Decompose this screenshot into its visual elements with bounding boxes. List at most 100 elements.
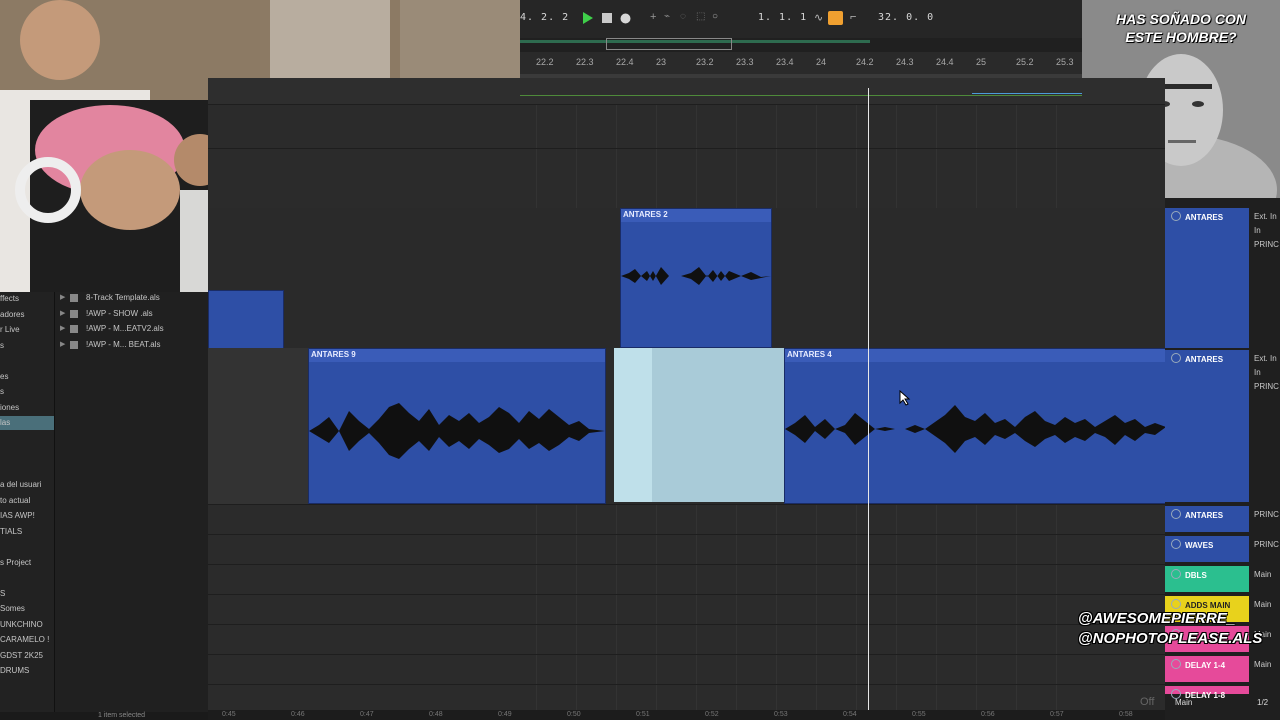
track-lane-antares-a[interactable]: ANTARES 2 [208,208,1165,350]
clip-antares-9[interactable]: ANTARES 9 [308,348,606,504]
punch-out-icon[interactable]: ⌐ [850,11,856,23]
track-lane-empty-2[interactable] [208,148,1165,209]
fold-toggle-icon[interactable] [1171,211,1181,221]
browser-place-item[interactable]: S [0,589,5,598]
mixer-track-header[interactable]: ANTARES [1165,350,1249,502]
browser-place-item[interactable]: s [0,341,4,350]
automation-lane[interactable] [208,78,1165,105]
master-channel-count: 1/2 [1257,698,1269,707]
ruler-tick: 25 [976,57,987,67]
browser-status-bar: 1 item selected [0,712,208,720]
browser-place-item[interactable]: r Live [0,325,20,334]
track-lane-7[interactable] [208,624,1165,655]
mouse-cursor-icon [899,390,911,406]
track-io-io3[interactable]: PRINC [1254,382,1279,391]
metronome-icon[interactable]: ○ [712,11,718,22]
time-ruler[interactable]: 0:45 0:46 0:47 0:48 0:49 0:50 0:51 0:52 0:53 0:54… [208,710,1165,720]
track-lane-5[interactable] [208,564,1165,595]
mixer-track-header[interactable]: DELAY 1-8 [1165,686,1249,700]
browser-place-item[interactable]: Somes [0,604,25,613]
track-name: WAVES [1185,541,1214,550]
fold-toggle-icon[interactable] [1171,599,1181,609]
mixer-track-header[interactable]: DBLS [1165,566,1249,592]
arrangement-overview[interactable] [520,38,1082,53]
browser-place-item[interactable]: GDST 2K25 [0,651,43,660]
song-position-display[interactable]: 1. 1. 1 [758,12,807,23]
browser-place-item[interactable]: es [0,372,8,381]
clip-antares-2[interactable]: ANTARES 2 [620,208,772,348]
time-selection[interactable] [614,348,784,502]
time-label: 0:54 [843,711,857,718]
track-lane-6[interactable] [208,594,1165,625]
browser-place-item[interactable]: iones [0,403,19,412]
capture-icon[interactable]: ◌ [680,11,686,22]
clip-antares-4[interactable]: ANTARES 4 [784,348,1167,504]
fold-toggle-icon[interactable] [1171,659,1181,669]
fold-toggle-icon[interactable] [1171,509,1181,519]
mixer-track-header[interactable]: WAVES [1165,536,1249,562]
session-record-icon[interactable]: ⬚ [696,11,705,22]
fold-toggle-icon[interactable] [1171,539,1181,549]
track-lane-4[interactable] [208,534,1165,565]
browser-place-item[interactable]: DRUMS [0,666,29,675]
arrangement-view[interactable]: ANTARES 2 ANTARES 9 ANTARES 4 [208,78,1167,713]
ruler-tick: 23.3 [736,57,754,67]
clip-partial[interactable] [208,290,284,350]
file-name: !AWP - M...EATV2.als [86,324,164,333]
browser-place-item[interactable]: TIALS [0,527,22,536]
browser-place-item[interactable]: ffects [0,294,19,303]
track-name: DELAY 1-4 [1185,661,1226,670]
empty-region [208,348,308,504]
track-lane-empty-1[interactable] [208,104,1165,149]
browser-place-item[interactable]: IAS AWP! [0,511,35,520]
loop-toggle-icon[interactable] [828,11,843,25]
overview-window[interactable] [606,38,732,50]
record-icon[interactable] [620,13,631,24]
expand-chevron-icon[interactable]: ▶ [60,309,65,317]
mixer-track-header[interactable]: ANTARES [1165,208,1249,348]
beat-ruler[interactable]: 22.2 22.3 22.4 23 23.2 23.3 23.4 24 24.2 24.3 24.4… [520,52,1082,74]
fold-toggle-icon[interactable] [1171,353,1181,363]
time-label: 0:46 [291,711,305,718]
stop-icon[interactable] [602,13,613,24]
browser-place-item[interactable]: CARAMELO ! [0,635,49,644]
expand-chevron-icon[interactable]: ▶ [60,324,65,332]
loop-length-display[interactable]: 32. 0. 0 [878,12,934,23]
track-io-io3[interactable]: PRINC [1254,240,1279,249]
browser-place-item[interactable]: s Project [0,558,31,567]
position-left-display[interactable]: 4. 2. 2 [520,12,569,23]
transport-bar: 4. 2. 2 + ⌁ ◌ ⬚ ○ 1. 1. 1 ∿ ⌐ 32. 0. 0 [520,0,1082,39]
track-io-io1[interactable]: Main [1254,600,1271,609]
punch-in-icon[interactable]: ∿ [814,11,823,24]
track-io-io1[interactable]: Main [1254,660,1271,669]
browser-place-item[interactable]: a del usuari [0,480,41,489]
track-io-io1[interactable]: Ext. In [1254,354,1277,363]
browser-place-item[interactable]: to actual [0,496,30,505]
cam-title-line2: ESTE HOMBRE? [1125,29,1237,45]
expand-chevron-icon[interactable]: ▶ [60,293,65,301]
track-lane-8[interactable] [208,654,1165,685]
browser-place-item[interactable]: adores [0,310,24,319]
master-track[interactable]: Main [1175,698,1192,707]
expand-chevron-icon[interactable]: ▶ [60,340,65,348]
browser-place-item[interactable]: las [0,418,10,427]
cam-title-line1: HAS SOÑADO CON [1116,11,1246,27]
track-io-io1[interactable]: Ext. In [1254,212,1277,221]
track-io-io2[interactable]: In [1254,226,1261,235]
browser-places: ffects adores r Live s es s iones las a del usua… [0,292,55,720]
browser-place-item[interactable]: UNKCHINO [0,620,43,629]
track-lane-9[interactable] [208,684,1165,713]
browser-place-item[interactable]: s [0,387,4,396]
track-io-io2[interactable]: In [1254,368,1261,377]
add-icon[interactable]: + [650,11,656,23]
fold-toggle-icon[interactable] [1171,569,1181,579]
mixer-track-header[interactable]: DELAY 1-4 [1165,656,1249,682]
track-io-io1[interactable]: Main [1254,570,1271,579]
mixer-track-header[interactable]: ANTARES [1165,506,1249,532]
track-lane-3[interactable] [208,504,1165,535]
track-io-io1[interactable]: PRINC [1254,540,1279,549]
automation-arm-icon[interactable]: ⌁ [664,11,670,22]
play-icon[interactable] [582,12,594,24]
track-lane-antares-b[interactable]: ANTARES 9 ANTARES 4 [208,348,1167,505]
track-io-io1[interactable]: PRINC [1254,510,1279,519]
